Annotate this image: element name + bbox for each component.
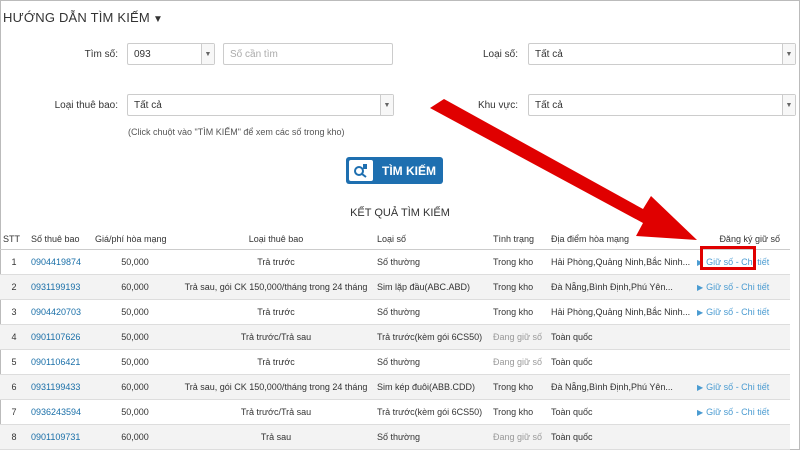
arrow-annotation (430, 99, 697, 240)
highlight-box (700, 246, 756, 270)
